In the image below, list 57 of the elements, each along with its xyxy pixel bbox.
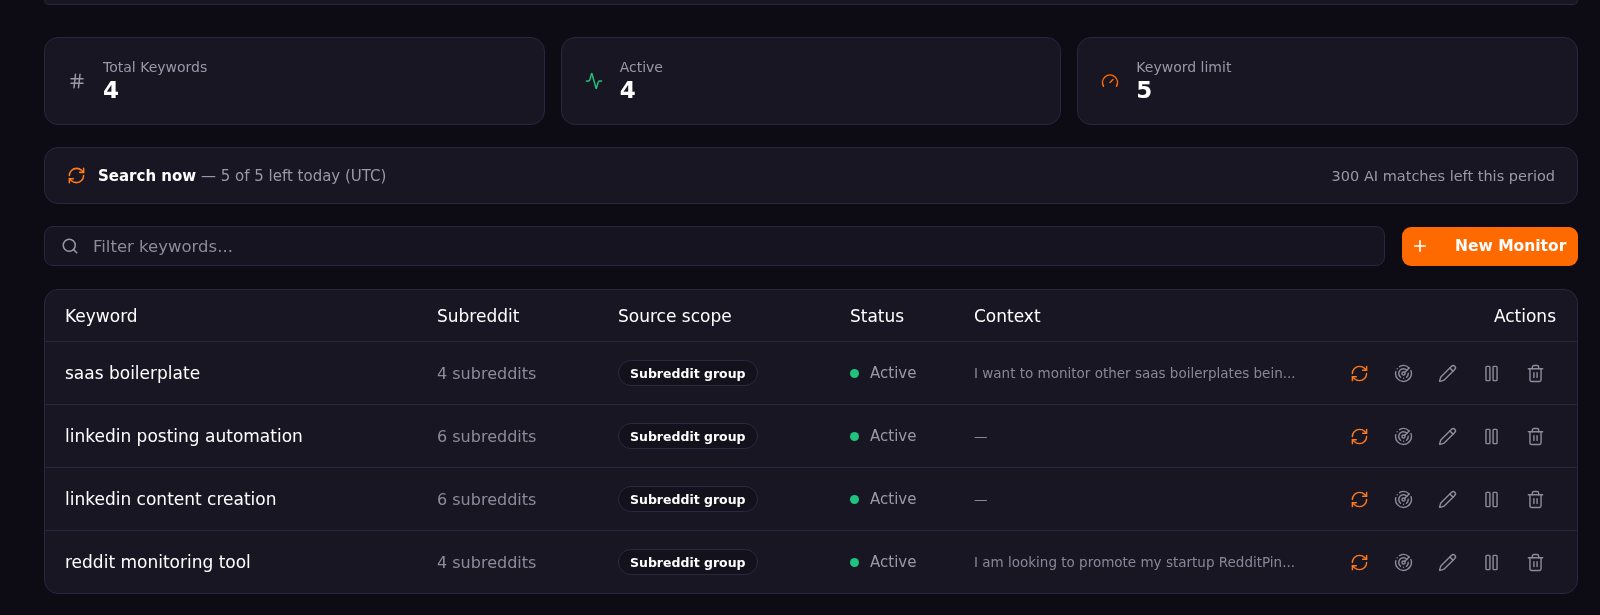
keyword-cell: linkedin content creation [65, 489, 277, 509]
pencil-icon [1437, 489, 1457, 509]
pencil-icon [1437, 363, 1457, 383]
status-label: Active [870, 553, 917, 571]
status-label: Active [870, 490, 917, 508]
stat-value: 5 [1136, 77, 1153, 103]
refresh-icon [1349, 426, 1369, 446]
subreddit-count: 4 subreddits [437, 363, 537, 383]
pencil-icon [1437, 552, 1457, 572]
status-label: Active [870, 364, 917, 382]
context-text: — [974, 428, 988, 444]
trash-icon [1525, 489, 1545, 509]
radar-icon [1393, 489, 1413, 509]
radar-icon [1393, 363, 1413, 383]
refresh-icon [1349, 552, 1369, 572]
keyword-cell: linkedin posting automation [65, 426, 303, 446]
search-now-text[interactable]: Search now — 5 of 5 left today (UTC) [98, 166, 387, 185]
hash-icon [68, 72, 86, 90]
pulse-icon [584, 72, 603, 90]
subreddit-count: 6 subreddits [437, 426, 537, 446]
status-label: Active [870, 427, 917, 445]
keyword-cell: saas boilerplate [65, 363, 201, 383]
radar-icon [1393, 552, 1413, 572]
column-header: Status [850, 305, 905, 326]
refresh-icon [1349, 363, 1369, 383]
column-header: Context [974, 305, 1041, 326]
column-header: Keyword [65, 305, 138, 326]
stat-label: Active [619, 59, 663, 75]
context-text: I want to monitor other saas boilerplates bein... [974, 365, 1296, 381]
plus-icon [1411, 237, 1429, 255]
scope-badge: Subreddit group [618, 423, 758, 449]
pencil-icon [1437, 426, 1457, 446]
refresh-icon [67, 166, 86, 185]
scope-badge: Subreddit group [618, 360, 758, 386]
scope-badge: Subreddit group [618, 549, 758, 575]
search-icon [61, 237, 79, 255]
context-text: — [974, 491, 988, 507]
keyword-cell: reddit monitoring tool [65, 552, 251, 572]
column-header: Actions [1493, 305, 1556, 326]
context-text: I am looking to promote my startup RedditPin... [974, 554, 1296, 570]
trash-icon [1525, 552, 1545, 572]
gauge-icon [1101, 72, 1120, 90]
quota-text: 300 AI matches left this period [1331, 167, 1555, 184]
filter-field[interactable]: Filter keywords... [44, 226, 1385, 266]
stat-label: Total Keywords [103, 59, 208, 75]
column-header: Source scope [618, 305, 732, 326]
trash-icon [1525, 363, 1545, 383]
refresh-icon [1349, 489, 1369, 509]
stat-value: 4 [103, 77, 119, 103]
subreddit-count: 6 subreddits [437, 489, 537, 509]
stat-value: 4 [619, 77, 636, 103]
radar-icon [1393, 426, 1413, 446]
column-header: Subreddit [437, 305, 520, 326]
trash-icon [1525, 426, 1545, 446]
subreddit-count: 4 subreddits [437, 552, 537, 572]
stat-label: Keyword limit [1136, 59, 1232, 75]
scope-badge: Subreddit group [618, 486, 758, 512]
